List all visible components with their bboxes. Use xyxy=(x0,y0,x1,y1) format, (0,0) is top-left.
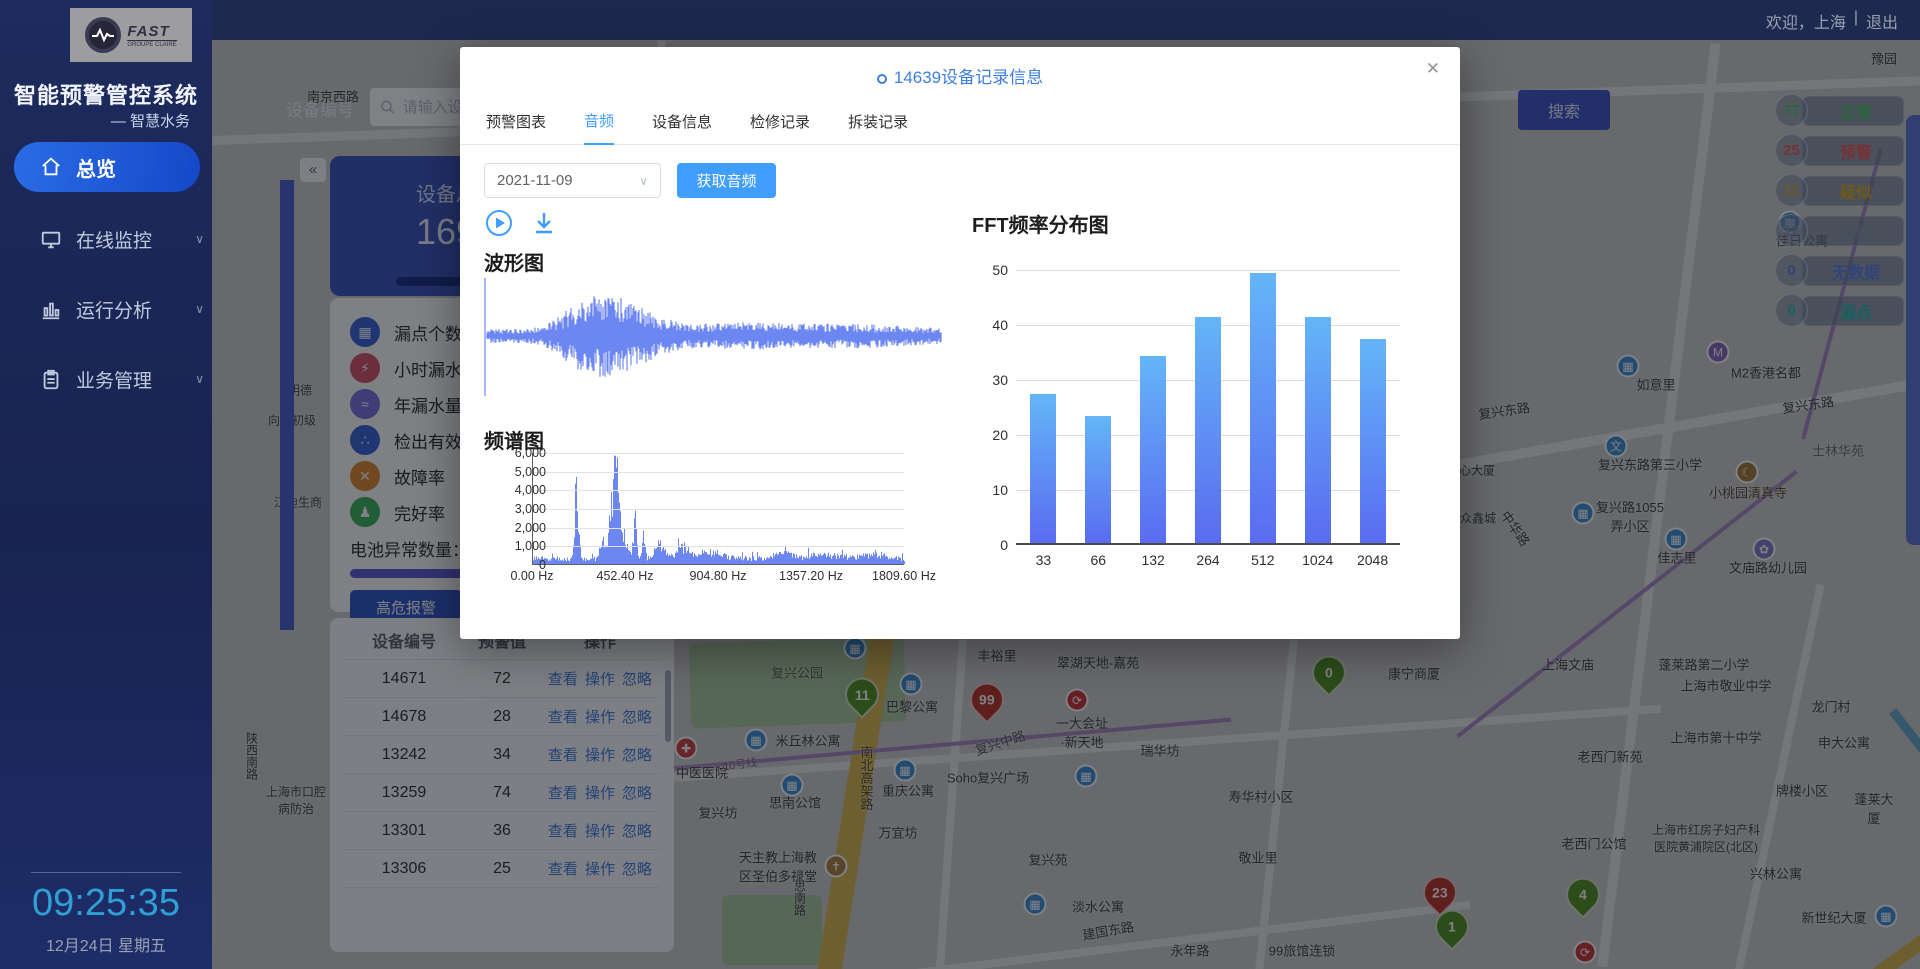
spectrum-xtick: 1357.20 Hz xyxy=(779,569,843,583)
sidebar-item-label: 在线监控 xyxy=(76,226,152,253)
gridline xyxy=(533,509,904,510)
spectrum-xtick: 904.80 Hz xyxy=(690,569,747,583)
logo-brand-sub: GROUPE CLAIRE xyxy=(127,40,176,48)
gridline xyxy=(1016,270,1400,271)
tab-disassembly-record[interactable]: 拆装记录 xyxy=(848,111,908,144)
chevron-down-icon: ∨ xyxy=(639,174,648,188)
tab-device-info[interactable]: 设备信息 xyxy=(652,111,712,144)
clock-date: 12月24日 星期五 xyxy=(0,932,212,956)
app-title: 智能预警管控系统 xyxy=(0,78,212,110)
fft-xtick: 512 xyxy=(1251,552,1274,568)
spectrum-xtick: 452.40 Hz xyxy=(597,569,654,583)
fft-bar-264 xyxy=(1195,317,1221,543)
fft-ytick: 50 xyxy=(992,262,1008,278)
fft-bar-66 xyxy=(1085,416,1111,543)
tab-audio[interactable]: 音频 xyxy=(584,110,614,145)
play-audio-icon[interactable] xyxy=(485,209,513,237)
fft-xtick: 66 xyxy=(1090,552,1106,568)
fft-ytick: 0 xyxy=(1000,537,1008,553)
welcome-text: 欢迎，上海 xyxy=(1766,9,1846,33)
fft-xtick: 33 xyxy=(1036,552,1052,568)
spectrum-ytick: 1,000 xyxy=(515,539,546,553)
fft-bar-512 xyxy=(1250,273,1276,543)
fft-xtick: 2048 xyxy=(1357,552,1388,568)
clipboard-icon xyxy=(40,369,62,391)
date-select[interactable]: 2021-11-09 ∨ xyxy=(484,163,661,198)
sidebar-item-overview[interactable]: 总览 xyxy=(14,142,200,192)
app-subtitle: — 智慧水务 xyxy=(111,110,190,131)
tab-warning-chart[interactable]: 预警图表 xyxy=(486,111,546,144)
download-audio-icon[interactable] xyxy=(530,209,558,237)
spectrum-ytick: 3,000 xyxy=(515,502,546,516)
sidebar-item-analysis[interactable]: 运行分析 ∨ xyxy=(40,296,200,323)
device-record-modal: 14639设备记录信息 ✕ 预警图表 音频 设备信息 检修记录 拆装记录 202… xyxy=(460,47,1460,639)
waveform-title: 波形图 xyxy=(484,247,544,276)
spectrum-ytick: 6,000 xyxy=(515,446,546,460)
gridline xyxy=(533,546,904,547)
logo-brand: FAST xyxy=(127,23,176,40)
chevron-down-icon: ∨ xyxy=(195,302,204,316)
record-dot-icon xyxy=(877,74,887,84)
sidebar-item-business[interactable]: 业务管理 ∨ xyxy=(40,366,200,393)
spectrum-xtick: 1809.60 Hz xyxy=(872,569,936,583)
fft-ytick: 20 xyxy=(992,427,1008,443)
logo-waveform-icon xyxy=(85,17,121,53)
chevron-down-icon: ∨ xyxy=(195,372,204,386)
gridline xyxy=(533,453,904,454)
monitor-icon xyxy=(40,229,62,251)
welcome-separator: | xyxy=(1854,9,1858,33)
fft-bar-2048 xyxy=(1360,339,1386,543)
fft-xtick: 264 xyxy=(1196,552,1219,568)
spectrum-ytick: 2,000 xyxy=(515,521,546,535)
spectrum-ytick: 4,000 xyxy=(515,483,546,497)
waveform-chart xyxy=(484,278,944,401)
sidebar: FAST GROUPE CLAIRE 智能预警管控系统 — 智慧水务 总览 在线… xyxy=(0,0,212,969)
fft-bar-132 xyxy=(1140,356,1166,543)
gridline xyxy=(533,472,904,473)
home-icon xyxy=(40,156,62,178)
fft-bar-chart: 01020304050 xyxy=(1016,270,1400,545)
logout-link[interactable]: 退出 xyxy=(1866,9,1898,33)
fft-ytick: 10 xyxy=(992,482,1008,498)
spectrum-xtick: 0.00 Hz xyxy=(510,569,553,583)
chevron-down-icon: ∨ xyxy=(195,232,204,246)
clock-time: 09:25:35 xyxy=(0,882,212,925)
modal-tabs: 预警图表 音频 设备信息 检修记录 拆装记录 xyxy=(460,107,1460,145)
bar-chart-icon xyxy=(40,299,62,321)
gridline xyxy=(533,528,904,529)
app-logo: FAST GROUPE CLAIRE xyxy=(70,8,192,62)
clock-divider xyxy=(31,872,181,873)
fft-xtick: 132 xyxy=(1141,552,1164,568)
fft-ytick: 40 xyxy=(992,317,1008,333)
fetch-audio-button[interactable]: 获取音频 xyxy=(677,163,776,198)
fft-bar-33 xyxy=(1030,394,1056,543)
fft-bar-1024 xyxy=(1305,317,1331,543)
modal-title: 14639设备记录信息 xyxy=(460,63,1460,88)
sidebar-item-label: 总览 xyxy=(76,153,116,182)
fft-xtick: 1024 xyxy=(1302,552,1333,568)
gridline xyxy=(533,490,904,491)
tab-repair-record[interactable]: 检修记录 xyxy=(750,111,810,144)
spectrum-ytick: 5,000 xyxy=(515,465,546,479)
sidebar-item-label: 业务管理 xyxy=(76,366,152,393)
close-icon[interactable]: ✕ xyxy=(1426,59,1440,79)
fft-title: FFT频率分布图 xyxy=(972,209,1109,238)
topbar: 欢迎，上海 | 退出 xyxy=(212,0,1920,40)
fft-ytick: 30 xyxy=(992,372,1008,388)
sidebar-item-label: 运行分析 xyxy=(76,296,152,323)
sidebar-item-online-monitor[interactable]: 在线监控 ∨ xyxy=(40,226,200,253)
